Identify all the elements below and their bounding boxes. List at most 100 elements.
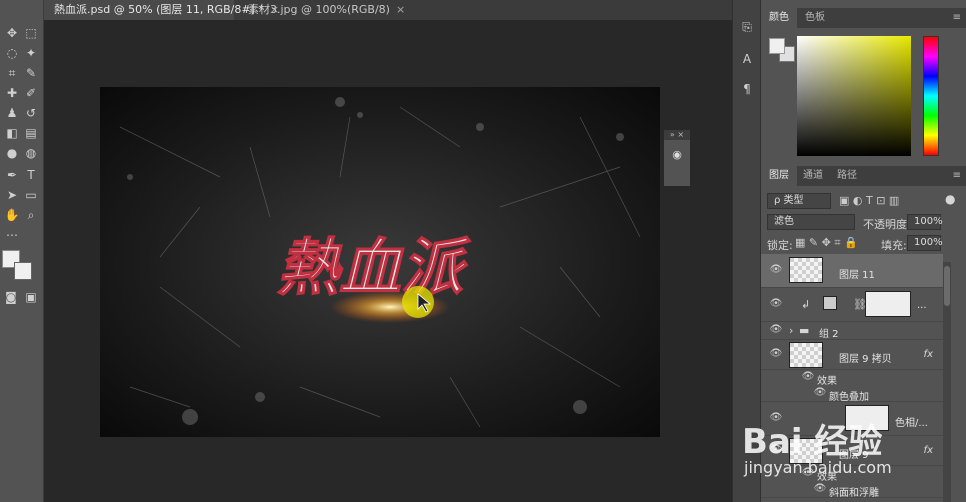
layer-name: 图层 9 拷贝 [839, 354, 892, 365]
layer-row[interactable]: 👁 图层 9 拷贝 fx [761, 340, 943, 370]
paragraph-styles-icon[interactable]: ⎘ [738, 18, 756, 36]
lock-label: 锁定: [767, 239, 793, 252]
stamp-tool-icon[interactable]: ♟ [3, 104, 21, 122]
layer-row[interactable]: 👁 色相/... [761, 402, 943, 436]
effect-label: 效果 [817, 376, 837, 387]
visibility-eye-icon[interactable]: 👁 [801, 467, 815, 481]
effect-row[interactable]: 👁 斜面和浮雕 [761, 482, 943, 499]
layer-row[interactable]: 👁 ↲ ⛓ ... [761, 288, 943, 322]
gradient-tool-icon[interactable]: ▤ [22, 124, 40, 142]
effects-row[interactable]: 👁 效果 [761, 466, 943, 483]
move-tool-icon[interactable]: ✥ [3, 24, 21, 42]
layer-row[interactable]: 👁 图层 11 [761, 254, 943, 288]
collapsed-panels-strip: ⎘ A ¶ [732, 0, 760, 502]
tab-swatches[interactable]: 色板 [797, 8, 833, 28]
visibility-eye-icon[interactable]: 👁 [769, 412, 783, 426]
close-icon[interactable]: × [677, 130, 684, 139]
type-tool-icon[interactable]: T [22, 166, 40, 184]
fill-label: 填充: [881, 239, 907, 252]
zoom-tool-icon[interactable]: ⌕ [22, 206, 40, 224]
visibility-eye-icon[interactable]: 👁 [813, 387, 827, 401]
foreground-color-chip[interactable] [769, 38, 785, 54]
eyedropper-tool-icon[interactable]: ✎ [22, 64, 40, 82]
eraser-tool-icon[interactable]: ◧ [3, 124, 21, 142]
screen-mode-icon[interactable]: ▣ [22, 288, 40, 306]
effect-label: 颜色叠加 [829, 392, 869, 403]
layer-thumbnail [789, 257, 823, 283]
adjustment-icon [823, 296, 837, 310]
path-selection-tool-icon[interactable]: ➤ [3, 186, 21, 204]
blur-tool-icon[interactable]: ● [3, 144, 21, 162]
shape-tool-icon[interactable]: ▭ [22, 186, 40, 204]
tab-paths[interactable]: 路径 [829, 166, 865, 186]
chevron-right-icon[interactable]: › [789, 324, 793, 337]
healing-brush-tool-icon[interactable]: ✚ [3, 84, 21, 102]
dodge-tool-icon[interactable]: ◍ [22, 144, 40, 162]
character-icon[interactable]: A [738, 50, 756, 68]
history-brush-tool-icon[interactable]: ↺ [22, 104, 40, 122]
layer-filter-icons[interactable]: ▣ ◐ T ⊡ ▥ [839, 194, 899, 207]
layer-row[interactable]: 👁 图层 9 fx [761, 436, 943, 466]
panel-menu-icon[interactable]: ≡ [953, 12, 961, 23]
tab-document-2[interactable]: 素材3.jpg @ 100%(RGB/8) × [238, 0, 405, 20]
canvas-artwork: 熱血派 [100, 87, 660, 437]
folder-icon: ▬ [799, 324, 810, 337]
panel-menu-icon[interactable]: ≡ [953, 170, 961, 181]
tab-document-1-label: 熱血派.psd @ 50% (图层 11, RGB/8#) * [54, 3, 264, 16]
opacity-field[interactable]: 100% [907, 214, 943, 230]
background-color-swatch[interactable] [14, 262, 32, 280]
effects-row[interactable]: 👁 效果 [761, 370, 943, 387]
close-icon[interactable]: × [396, 0, 405, 20]
layer-name: 组 2 [819, 329, 839, 340]
visibility-eye-icon[interactable]: 👁 [769, 264, 783, 278]
visibility-eye-icon[interactable]: 👁 [769, 348, 783, 362]
layers-scrollbar[interactable] [943, 262, 951, 502]
filter-toggle-icon[interactable]: ● [945, 192, 955, 206]
visibility-eye-icon[interactable]: 👁 [769, 298, 783, 312]
tab-channels[interactable]: 通道 [795, 166, 831, 186]
layer-name: 图层 9 [839, 450, 869, 461]
tab-document-2-label: 素材3.jpg @ 100%(RGB/8) [248, 3, 390, 16]
hue-slider[interactable] [923, 36, 939, 156]
fx-icon[interactable]: fx [924, 445, 933, 456]
layer-group-row[interactable]: 👁 › ▬ 组 2 [761, 322, 943, 340]
scrollbar-thumb[interactable] [944, 266, 950, 306]
document-canvas[interactable]: 熱血派 [100, 87, 660, 437]
layer-name: ... [917, 300, 927, 311]
effect-row[interactable]: 👁 颜色叠加 [761, 386, 943, 403]
more-tools-icon[interactable]: ⋯ [3, 226, 21, 244]
magic-wand-tool-icon[interactable]: ✦ [22, 44, 40, 62]
visibility-eye-icon[interactable]: 👁 [769, 444, 783, 458]
right-panel-dock: 颜色 色板 ≡ 图层 通道 路径 ≡ ρ 类型 ▣ ◐ T ⊡ ▥ ● 滤色 不… [760, 0, 966, 502]
visibility-eye-icon[interactable]: 👁 [769, 324, 783, 338]
paragraph-icon[interactable]: ¶ [738, 80, 756, 98]
crop-tool-icon[interactable]: ⌗ [3, 64, 21, 82]
lock-icons[interactable]: ▦ ✎ ✥ ⌗ 🔒 [795, 236, 858, 250]
layer-filter-select[interactable]: ρ 类型 [767, 193, 831, 209]
opacity-label: 不透明度: [863, 218, 911, 231]
visibility-eye-icon[interactable]: 👁 [813, 483, 827, 497]
properties-icon[interactable]: ◉ [668, 146, 686, 164]
tab-document-1[interactable]: 熱血派.psd @ 50% (图层 11, RGB/8#) * × [44, 0, 279, 20]
brush-tool-icon[interactable]: ✐ [22, 84, 40, 102]
collapse-icon[interactable]: » [670, 130, 675, 139]
fill-field[interactable]: 100% [907, 235, 943, 251]
fx-icon[interactable]: fx [924, 349, 933, 360]
tab-layers[interactable]: 图层 [761, 166, 797, 186]
lasso-tool-icon[interactable]: ◌ [3, 44, 21, 62]
pen-tool-icon[interactable]: ✒ [3, 166, 21, 184]
floating-mini-panel: » × ◉ [664, 130, 690, 186]
mask-thumbnail [845, 405, 889, 431]
blend-mode-select[interactable]: 滤色 [767, 214, 855, 230]
color-panel-tabs: 颜色 色板 ≡ [761, 8, 966, 28]
tab-color[interactable]: 颜色 [761, 8, 797, 28]
artwork-title-text: 熱血派 [277, 231, 471, 304]
floating-panel-header: » × [664, 130, 690, 140]
clip-indicator-icon: ↲ [801, 298, 811, 311]
hand-tool-icon[interactable]: ✋ [3, 206, 21, 224]
color-saturation-field[interactable] [797, 36, 911, 156]
effect-label: 斜面和浮雕 [829, 488, 879, 499]
marquee-tool-icon[interactable]: ⬚ [22, 24, 40, 42]
visibility-eye-icon[interactable]: 👁 [801, 371, 815, 385]
quick-mask-icon[interactable]: ◙ [2, 288, 20, 306]
